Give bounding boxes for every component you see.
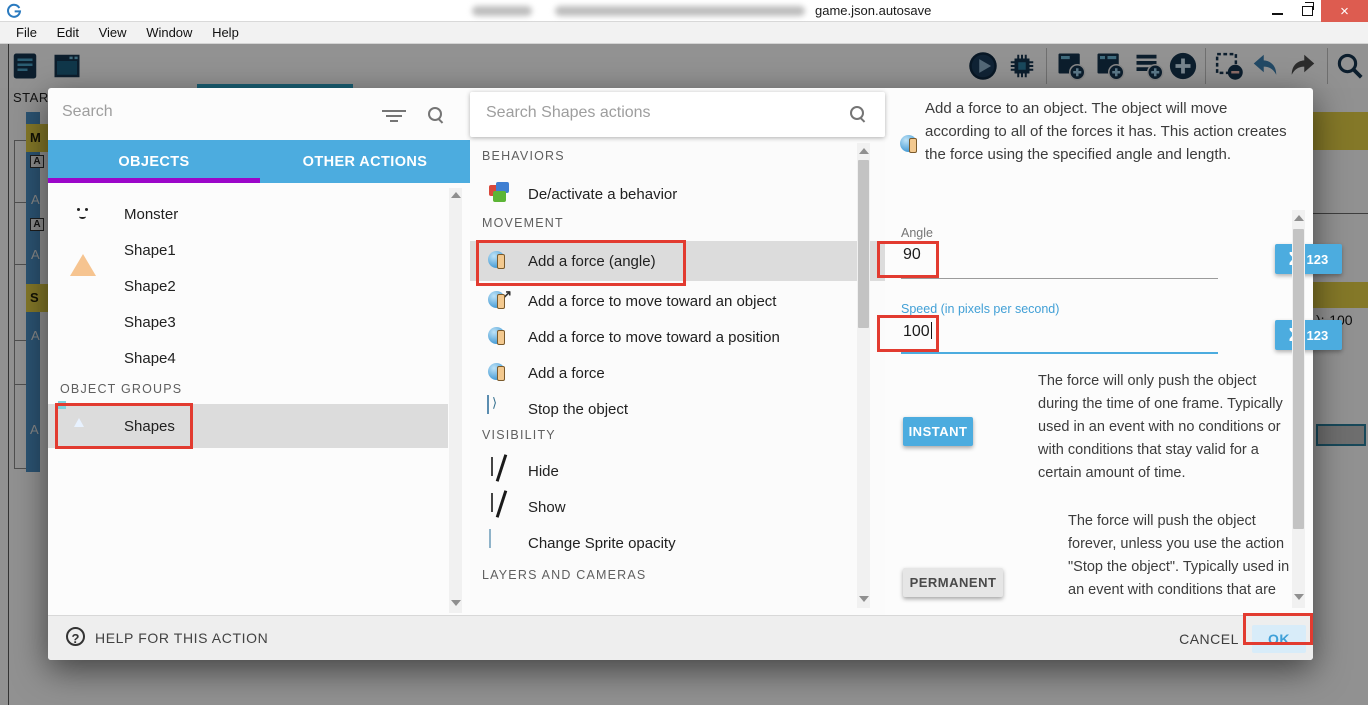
menu-file[interactable]: File bbox=[16, 25, 37, 40]
section-behaviors: BEHAVIORS bbox=[482, 149, 565, 163]
right-scrollbar-thumb[interactable] bbox=[1293, 229, 1304, 529]
triangle-icon bbox=[70, 237, 96, 263]
speed-expression-button[interactable]: Σ 123 bbox=[1275, 320, 1342, 350]
object-row-monster[interactable]: Monster bbox=[48, 196, 448, 232]
close-button[interactable]: × bbox=[1321, 0, 1368, 22]
action-selector-panel: BEHAVIORS De/activate a behavior MOVEMEN… bbox=[470, 88, 885, 615]
angle-underline bbox=[901, 278, 1218, 279]
redacted-path-segment bbox=[472, 6, 532, 16]
active-tab-indicator bbox=[48, 178, 260, 183]
force-angle-icon bbox=[899, 132, 921, 154]
permanent-button[interactable]: PERMANENT bbox=[903, 568, 1003, 597]
object-tabs: OBJECTS OTHER ACTIONS bbox=[48, 140, 470, 183]
action-deactivate-behavior[interactable]: De/activate a behavior bbox=[470, 178, 858, 210]
action-search-card bbox=[470, 92, 885, 137]
filter-icon[interactable] bbox=[382, 110, 406, 125]
square-icon bbox=[70, 273, 96, 299]
force-icon bbox=[487, 360, 513, 386]
action-change-opacity[interactable]: Change Sprite opacity bbox=[470, 527, 858, 559]
annotation-box-ok-button bbox=[1243, 613, 1313, 645]
object-groups-header: OBJECT GROUPS bbox=[60, 382, 182, 396]
object-row-shape4[interactable]: Shape4 bbox=[48, 340, 448, 376]
annotation-box-add-force-angle bbox=[476, 240, 686, 286]
menu-edit[interactable]: Edit bbox=[57, 25, 79, 40]
action-search-input[interactable] bbox=[486, 104, 816, 122]
circle-icon bbox=[70, 309, 96, 335]
object-search-input[interactable] bbox=[62, 103, 362, 121]
permanent-description: The force will push the object forever, … bbox=[1068, 510, 1302, 602]
close-icon: × bbox=[1340, 3, 1349, 20]
instant-button[interactable]: INSTANT bbox=[903, 417, 973, 446]
restore-button[interactable] bbox=[1293, 0, 1321, 22]
help-link[interactable]: HELP FOR THIS ACTION bbox=[95, 630, 268, 646]
angle-label: Angle bbox=[901, 226, 933, 240]
stop-object-icon bbox=[487, 396, 513, 422]
monster-icon bbox=[70, 201, 96, 227]
force-toward-position-icon bbox=[487, 324, 513, 350]
action-editor-dialog: OBJECTS OTHER ACTIONS Monster Shape1 Sha… bbox=[48, 88, 1313, 660]
angle-expression-button[interactable]: Σ 123 bbox=[1275, 244, 1342, 274]
window-title: game.json.autosave bbox=[815, 3, 931, 18]
annotation-box-shapes-group bbox=[55, 403, 193, 449]
object-row-shape3[interactable]: Shape3 bbox=[48, 304, 448, 340]
redacted-path-segment bbox=[555, 6, 805, 16]
minimize-icon bbox=[1272, 13, 1283, 15]
menu-window[interactable]: Window bbox=[146, 25, 192, 40]
search-icon[interactable] bbox=[428, 107, 444, 123]
action-show[interactable]: Show bbox=[470, 491, 858, 523]
tab-objects[interactable]: OBJECTS bbox=[48, 140, 260, 183]
hide-icon bbox=[487, 458, 513, 484]
speed-label: Speed (in pixels per second) bbox=[901, 302, 1059, 316]
object-row-shape1[interactable]: Shape1 bbox=[48, 232, 448, 268]
minimize-button[interactable] bbox=[1263, 0, 1291, 22]
tab-other-actions[interactable]: OTHER ACTIONS bbox=[260, 140, 470, 183]
dialog-footer: ? HELP FOR THIS ACTION CANCEL OK bbox=[48, 615, 1313, 660]
opacity-icon bbox=[487, 530, 513, 556]
object-row-shape2[interactable]: Shape2 bbox=[48, 268, 448, 304]
action-parameters-panel: Add a force to an object. The object wil… bbox=[885, 88, 1313, 615]
section-visibility: VISIBILITY bbox=[482, 428, 556, 442]
scroll-down-icon[interactable] bbox=[859, 596, 869, 602]
restore-icon bbox=[1302, 6, 1313, 16]
left-scrollbar[interactable] bbox=[449, 188, 462, 613]
menu-view[interactable]: View bbox=[99, 25, 127, 40]
speed-underline-focused bbox=[901, 352, 1218, 354]
pentagon-icon bbox=[70, 345, 96, 371]
section-movement: MOVEMENT bbox=[482, 216, 564, 230]
instant-description: The force will only push the object duri… bbox=[1038, 370, 1288, 485]
force-toward-object-icon: ↗ bbox=[487, 288, 513, 314]
menu-help[interactable]: Help bbox=[212, 25, 239, 40]
scroll-down-icon[interactable] bbox=[1294, 594, 1304, 600]
search-icon[interactable] bbox=[850, 106, 866, 122]
action-description: Add a force to an object. The object wil… bbox=[925, 97, 1287, 166]
annotation-box-angle-value bbox=[877, 241, 939, 278]
help-icon: ? bbox=[66, 627, 85, 646]
scroll-up-icon[interactable] bbox=[451, 192, 461, 198]
scroll-down-icon[interactable] bbox=[451, 600, 461, 606]
menubar: File Edit View Window Help bbox=[0, 22, 1368, 44]
action-stop-object[interactable]: Stop the object bbox=[470, 393, 858, 425]
action-force-toward-position[interactable]: Add a force to move toward a position bbox=[470, 321, 858, 353]
behavior-icon bbox=[487, 181, 513, 207]
window-titlebar: game.json.autosave × bbox=[0, 0, 1368, 22]
show-icon bbox=[487, 494, 513, 520]
object-selector-panel: OBJECTS OTHER ACTIONS Monster Shape1 Sha… bbox=[48, 88, 470, 615]
cancel-button[interactable]: CANCEL bbox=[1176, 625, 1242, 653]
section-layers-cameras: LAYERS AND CAMERAS bbox=[482, 568, 646, 582]
gdevelop-logo-icon bbox=[6, 2, 22, 18]
action-add-force[interactable]: Add a force bbox=[470, 357, 858, 389]
scroll-up-icon[interactable] bbox=[1294, 215, 1304, 221]
annotation-box-speed-value bbox=[877, 315, 939, 352]
action-force-toward-object[interactable]: ↗ Add a force to move toward an object bbox=[470, 285, 858, 317]
action-hide[interactable]: Hide bbox=[470, 455, 858, 487]
mid-scrollbar-thumb[interactable] bbox=[858, 160, 869, 328]
scroll-up-icon[interactable] bbox=[859, 148, 869, 154]
